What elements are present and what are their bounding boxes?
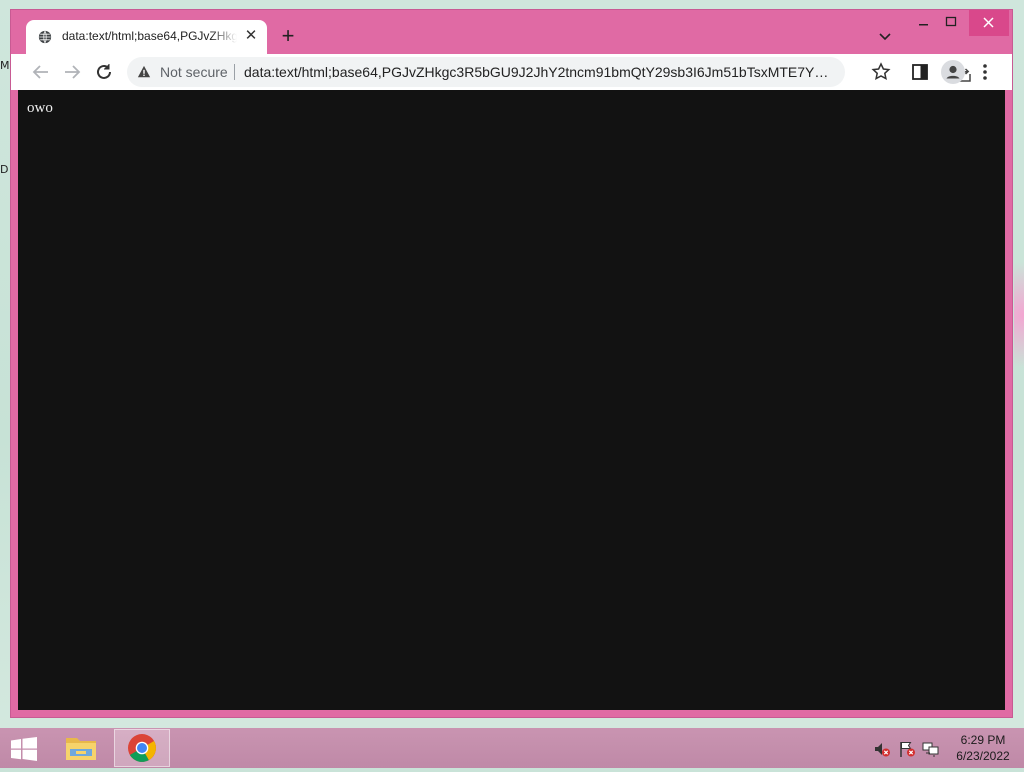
title-bar[interactable]: data:text/html;base64,PGJvZHkgc3R5bGU9J2…	[11, 10, 1012, 54]
desktop-icon-label-fragment[interactable]: D	[0, 163, 8, 176]
tab-title: data:text/html;base64,PGJvZHkgc3R5bGU9J2…	[62, 29, 237, 43]
desktop-icon-label-fragment[interactable]: M	[0, 59, 10, 72]
browser-toolbar: Not secure data:text/html;base64,PGJvZHk…	[11, 54, 1012, 90]
maximize-button[interactable]	[936, 10, 966, 36]
taskbar-file-explorer[interactable]	[53, 729, 109, 767]
close-icon	[983, 17, 994, 28]
close-tab-icon[interactable]: ✕	[243, 28, 259, 44]
page-viewport: owo	[18, 90, 1005, 710]
bookmark-star-icon[interactable]	[871, 62, 891, 82]
minimize-button[interactable]	[909, 10, 939, 36]
folder-icon	[66, 738, 96, 760]
url-text[interactable]: data:text/html;base64,PGJvZHkgc3R5bGU9J2…	[244, 64, 834, 80]
kebab-menu-icon[interactable]	[975, 62, 995, 82]
reload-icon[interactable]	[92, 60, 116, 84]
address-bar[interactable]: Not secure data:text/html;base64,PGJvZHk…	[127, 57, 971, 87]
minimize-icon	[919, 24, 928, 26]
browser-tab[interactable]: data:text/html;base64,PGJvZHkgc3R5bGU9J2…	[26, 20, 267, 54]
wallpaper-accent	[1014, 240, 1024, 390]
browser-window: data:text/html;base64,PGJvZHkgc3R5bGU9J2…	[10, 9, 1013, 718]
clock-date: 6/23/2022	[956, 749, 1010, 763]
windows-start-icon[interactable]	[10, 737, 38, 761]
taskbar-chrome[interactable]	[114, 729, 170, 767]
security-status-label[interactable]: Not secure	[160, 64, 228, 80]
forward-arrow-icon[interactable]	[60, 60, 84, 84]
maximize-icon	[945, 16, 957, 27]
page-body-text: owo	[27, 100, 53, 116]
clock-time: 6:29 PM	[960, 733, 1006, 747]
profile-avatar[interactable]	[941, 60, 965, 84]
globe-icon	[38, 30, 52, 44]
warning-icon[interactable]	[137, 65, 151, 79]
close-window-button[interactable]	[969, 10, 1009, 36]
chrome-icon	[128, 734, 156, 762]
person-icon	[946, 65, 960, 79]
action-center-flag-icon[interactable]	[898, 740, 916, 758]
network-icon[interactable]	[922, 740, 940, 758]
speaker-muted-icon[interactable]	[873, 740, 891, 758]
system-clock[interactable]: 6:29 PM 6/23/2022	[948, 732, 1018, 764]
side-panel-icon[interactable]	[911, 63, 929, 81]
new-tab-button[interactable]: +	[276, 25, 300, 49]
taskbar: 6:29 PM 6/23/2022	[0, 728, 1024, 768]
chevron-down-icon[interactable]	[877, 28, 893, 44]
omnibox-divider	[234, 64, 235, 80]
back-arrow-icon[interactable]	[29, 60, 53, 84]
